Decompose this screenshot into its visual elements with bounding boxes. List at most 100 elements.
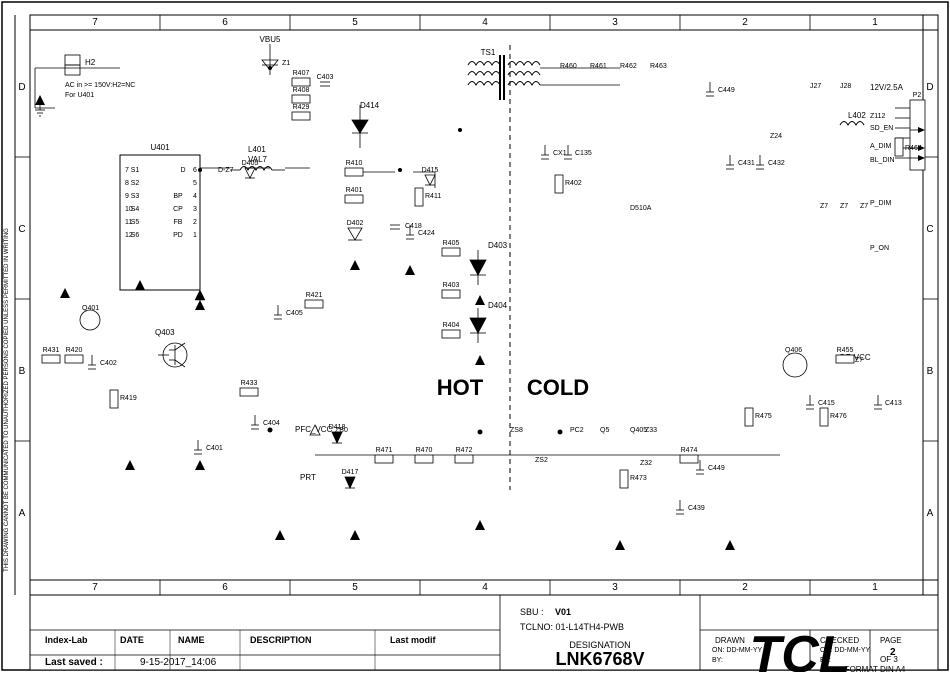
last-modif-label: Last modif [390, 635, 437, 645]
svg-text:C404: C404 [263, 420, 280, 427]
svg-text:C431: C431 [738, 160, 755, 167]
last-saved-label: Last saved : [45, 657, 103, 668]
svg-text:D: D [18, 82, 25, 93]
page-label: PAGE [880, 636, 902, 645]
svg-text:R473: R473 [630, 475, 647, 482]
svg-text:4: 4 [193, 193, 197, 200]
svg-text:S3: S3 [131, 193, 140, 200]
svg-text:2: 2 [193, 219, 197, 226]
svg-text:D: D [180, 167, 185, 174]
svg-text:R405: R405 [443, 240, 460, 247]
drawn-label: DRAWN [715, 636, 745, 645]
svg-text:C449: C449 [708, 465, 725, 472]
svg-text:6: 6 [222, 582, 228, 593]
svg-text:A: A [19, 508, 26, 519]
page-container: 7 6 5 4 3 2 1 7 6 5 4 3 2 [0, 0, 950, 672]
svg-text:R461: R461 [590, 63, 607, 70]
svg-text:R471: R471 [376, 447, 393, 454]
svg-text:PC2: PC2 [570, 427, 584, 434]
svg-text:BY:: BY: [712, 657, 723, 664]
svg-text:R455: R455 [837, 347, 854, 354]
svg-text:6: 6 [222, 17, 228, 28]
svg-text:BY:: BY: [820, 657, 831, 664]
svg-text:AC in >= 150V:H2=NC: AC in >= 150V:H2=NC [65, 82, 135, 89]
schematic-area: 7 6 5 4 3 2 1 7 6 5 4 3 2 [0, 0, 950, 672]
svg-text:BL_DIN: BL_DIN [870, 157, 895, 164]
svg-text:C: C [18, 224, 25, 235]
svg-text:R463: R463 [650, 63, 667, 70]
svg-text:R460: R460 [560, 63, 577, 70]
svg-text:R475: R475 [755, 413, 772, 420]
svg-text:C405: C405 [286, 310, 303, 317]
svg-text:R421: R421 [306, 292, 323, 299]
svg-text:FB: FB [174, 219, 183, 226]
svg-text:Z112: Z112 [870, 113, 886, 120]
svg-text:C418: C418 [405, 223, 422, 230]
svg-text:4: 4 [482, 582, 488, 593]
svg-text:R476: R476 [830, 413, 847, 420]
svg-text:12V/2.5A: 12V/2.5A [870, 83, 904, 92]
svg-text:Z7: Z7 [860, 203, 868, 210]
svg-text:6: 6 [193, 167, 197, 174]
svg-text:Z7: Z7 [840, 203, 848, 210]
svg-text:Q405: Q405 [630, 427, 647, 434]
svg-text:For U401: For U401 [65, 92, 94, 99]
svg-text:R410: R410 [346, 160, 363, 167]
svg-text:C449: C449 [718, 87, 735, 94]
svg-text:1: 1 [872, 17, 878, 28]
svg-text:D414: D414 [360, 101, 380, 110]
svg-text:R429: R429 [293, 104, 310, 111]
svg-text:R470: R470 [416, 447, 433, 454]
designation-value: LNK6768V [555, 649, 644, 669]
svg-text:A_DIM: A_DIM [870, 143, 892, 150]
svg-text:BP: BP [173, 193, 183, 200]
svg-text:HOT: HOT [437, 375, 484, 400]
tclno-label: TCLNO: 01-L14TH4-PWB [520, 622, 624, 632]
svg-text:C432: C432 [768, 160, 785, 167]
svg-text:COLD: COLD [527, 375, 589, 400]
svg-text:R408: R408 [293, 87, 310, 94]
checked-label: CHECKED [820, 636, 859, 645]
svg-text:C: C [926, 224, 933, 235]
svg-text:ON: DD-MM-YY: ON: DD-MM-YY [820, 647, 870, 654]
svg-text:R419: R419 [120, 395, 137, 402]
svg-text:R462: R462 [620, 63, 637, 70]
svg-text:1: 1 [193, 232, 197, 239]
svg-text:ZB0: ZB0 [335, 427, 348, 434]
svg-text:J27: J27 [810, 83, 821, 90]
svg-text:5: 5 [352, 582, 358, 593]
svg-text:R407: R407 [293, 70, 310, 77]
svg-text:8: 8 [125, 180, 129, 187]
svg-text:VBU5: VBU5 [260, 35, 281, 44]
svg-text:P_DIM: P_DIM [870, 200, 892, 207]
svg-text:9: 9 [125, 193, 129, 200]
svg-text:Q401: Q401 [82, 305, 99, 312]
svg-text:R472: R472 [456, 447, 473, 454]
svg-text:C401: C401 [206, 445, 223, 452]
svg-text:5: 5 [352, 17, 358, 28]
svg-text:THIS DRAWING CANNOT BE COMMUNI: THIS DRAWING CANNOT BE COMMUNICATED TO U… [4, 228, 10, 572]
svg-text:7: 7 [92, 17, 98, 28]
svg-text:10: 10 [125, 206, 133, 213]
svg-text:PRT: PRT [300, 473, 316, 482]
svg-text:3: 3 [193, 206, 197, 213]
svg-text:C415: C415 [818, 400, 835, 407]
svg-text:Q406: Q406 [785, 347, 802, 354]
last-saved-date: 9-15-2017_14:06 [140, 657, 217, 668]
of-label: OF 3 [880, 655, 898, 664]
svg-text:J28: J28 [840, 83, 851, 90]
svg-text:CP: CP [173, 206, 183, 213]
svg-text:TS1: TS1 [481, 48, 496, 57]
svg-text:U401: U401 [150, 143, 170, 152]
svg-text:11: 11 [125, 219, 132, 226]
svg-text:L402: L402 [848, 111, 866, 120]
svg-text:D402: D402 [347, 220, 364, 227]
index-lab-label: Index-Lab [45, 635, 88, 645]
svg-text:1: 1 [872, 582, 878, 593]
svg-text:R403: R403 [443, 282, 460, 289]
sbu-label: SBU : [520, 607, 544, 617]
svg-text:Q403: Q403 [155, 328, 175, 337]
svg-text:ON: DD-MM-YY: ON: DD-MM-YY [712, 647, 762, 654]
svg-text:R474: R474 [681, 447, 698, 454]
svg-text:ZS8: ZS8 [510, 427, 523, 434]
